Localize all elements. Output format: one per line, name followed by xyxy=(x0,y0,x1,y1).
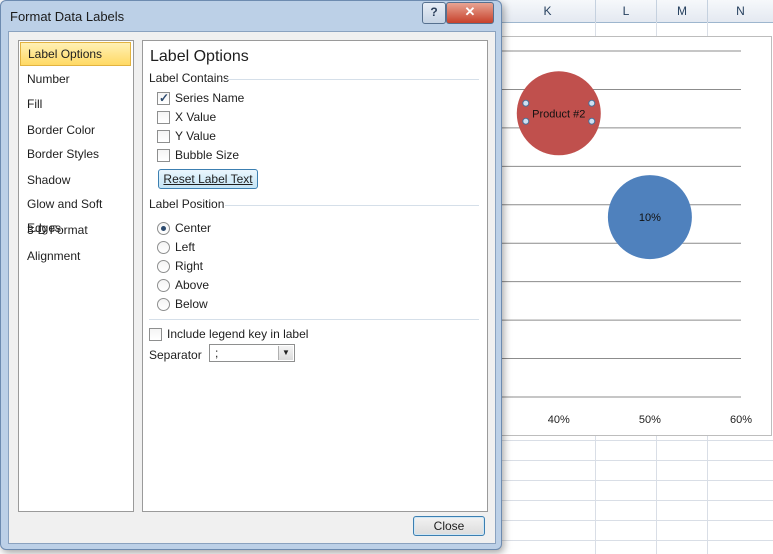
selection-handle[interactable] xyxy=(588,99,596,107)
help-button[interactable]: ? xyxy=(422,2,446,24)
section-divider xyxy=(149,319,479,320)
category-border-styles[interactable]: Border Styles xyxy=(20,142,131,166)
legend-key-checkbox[interactable] xyxy=(149,328,162,341)
position-right-label: Right xyxy=(175,259,204,273)
selection-handle[interactable] xyxy=(588,117,596,125)
y-value-checkbox[interactable] xyxy=(157,130,170,143)
panel-title: Label Options xyxy=(150,48,249,65)
position-center-label: Center xyxy=(175,221,212,235)
label-contains-heading: Label Contains xyxy=(149,71,230,85)
category-fill[interactable]: Fill xyxy=(20,92,131,116)
category-alignment[interactable]: Alignment xyxy=(20,244,131,268)
x-tick-label: 60% xyxy=(730,414,752,426)
x-value-label: X Value xyxy=(175,110,217,124)
x-tick-label: 40% xyxy=(548,414,570,426)
column-header-n[interactable]: N xyxy=(708,0,773,22)
category-label-options[interactable]: Label Options xyxy=(20,42,131,66)
bubble-size-label: Bubble Size xyxy=(175,148,240,162)
close-icon[interactable]: ✕ xyxy=(446,2,494,24)
bubble-chart[interactable]: 40% 50% 60% Product #2 10% xyxy=(494,36,772,436)
separator-value: ; xyxy=(215,346,219,360)
separator-dropdown[interactable]: ; ▼ xyxy=(209,344,295,362)
reset-label-text-button[interactable]: Reset Label Text xyxy=(158,169,258,189)
category-list: Label Options Number Fill Border Color B… xyxy=(18,40,134,512)
label-position-heading: Label Position xyxy=(149,197,225,211)
data-label: Product #2 xyxy=(532,108,585,120)
selection-handle[interactable] xyxy=(522,99,530,107)
position-right-radio[interactable] xyxy=(157,260,170,273)
dialog-title: Format Data Labels xyxy=(10,9,125,24)
bubble-size-checkbox[interactable] xyxy=(157,149,170,162)
data-label: 10% xyxy=(639,212,661,224)
position-below-radio[interactable] xyxy=(157,298,170,311)
y-value-label: Y Value xyxy=(175,129,216,143)
category-border-color[interactable]: Border Color xyxy=(20,118,131,142)
position-below-label: Below xyxy=(175,297,208,311)
category-number[interactable]: Number xyxy=(20,67,131,91)
category-glow-soft-edges[interactable]: Glow and Soft Edges xyxy=(20,192,131,235)
section-divider xyxy=(227,79,479,80)
options-panel: Label Options Label Contains Series Name… xyxy=(142,40,488,512)
column-header-k[interactable]: K xyxy=(500,0,596,22)
separator-label: Separator xyxy=(149,348,202,362)
x-value-checkbox[interactable] xyxy=(157,111,170,124)
position-above-label: Above xyxy=(175,278,210,292)
chevron-down-icon[interactable]: ▼ xyxy=(278,346,293,360)
selection-handle[interactable] xyxy=(522,117,530,125)
position-above-radio[interactable] xyxy=(157,279,170,292)
position-center-radio[interactable] xyxy=(157,222,170,235)
section-divider xyxy=(225,205,479,206)
x-tick-label: 50% xyxy=(639,414,661,426)
series-name-label: Series Name xyxy=(175,91,245,105)
format-data-labels-dialog: Format Data Labels ? ✕ Label Options Num… xyxy=(0,0,502,550)
category-3d-format[interactable]: 3-D Format xyxy=(20,218,131,242)
series-name-checkbox[interactable] xyxy=(157,89,170,107)
legend-key-label: Include legend key in label xyxy=(167,327,309,341)
position-left-label: Left xyxy=(175,240,196,254)
column-header-l[interactable]: L xyxy=(596,0,657,22)
close-button[interactable]: Close xyxy=(413,516,485,536)
category-shadow[interactable]: Shadow xyxy=(20,168,131,192)
chart-plot[interactable]: 40% 50% 60% Product #2 10% xyxy=(495,37,771,435)
position-left-radio[interactable] xyxy=(157,241,170,254)
column-header-m[interactable]: M xyxy=(657,0,708,22)
dialog-titlebar[interactable]: Format Data Labels ? ✕ xyxy=(1,1,501,31)
dialog-body: Label Options Number Fill Border Color B… xyxy=(8,31,496,544)
